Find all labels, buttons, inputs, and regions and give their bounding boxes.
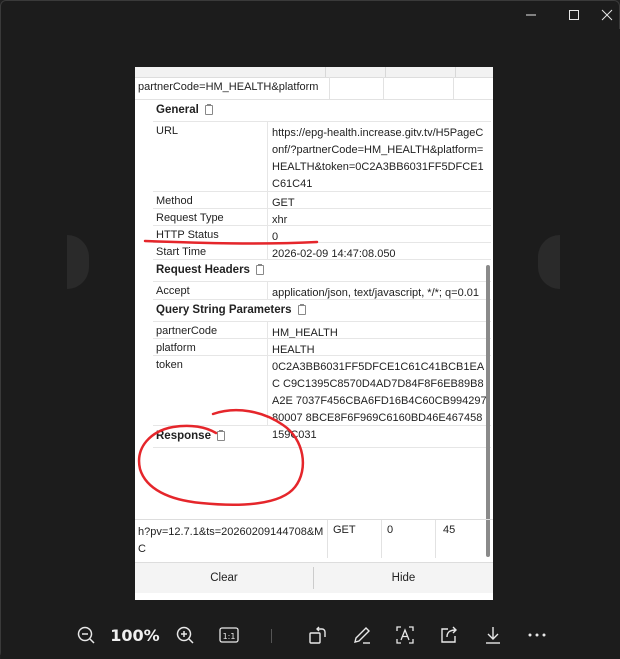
request-detail-panel: General URL https://epg-health.increase.…	[153, 99, 491, 519]
clear-button[interactable]: Clear	[135, 563, 313, 593]
edit-icon	[354, 627, 370, 644]
partner-code-key: partnerCode	[156, 325, 218, 337]
zoom-out-icon	[77, 626, 95, 644]
share-icon	[441, 626, 457, 643]
rotate-button[interactable]	[306, 623, 330, 647]
token-key: token	[156, 359, 183, 371]
platform-key: platform	[156, 342, 196, 354]
method-row: Method GET	[153, 191, 491, 209]
request-type-row: Request Type xhr	[153, 208, 491, 226]
svg-text:1:1: 1:1	[223, 632, 236, 641]
next-image-button[interactable]	[538, 235, 560, 289]
general-title-text: General	[156, 104, 199, 116]
request-time: 45	[443, 524, 456, 536]
accept-row: Accept application/json, text/javascript…	[153, 281, 491, 300]
image-viewport[interactable]: partnerCode=HM_HEALTH&platform General U…	[1, 29, 620, 611]
viewer-toolbar: 100% 1:1	[1, 611, 620, 659]
maximize-icon	[569, 10, 579, 20]
hide-button[interactable]: Hide	[314, 563, 493, 593]
text-select-button[interactable]	[393, 623, 417, 647]
network-request-row[interactable]: h?pv=12.7.1&ts=20260209144708&MC GET 0 4…	[135, 519, 493, 558]
url-key: URL	[156, 125, 179, 137]
request-type-key: Request Type	[156, 212, 224, 224]
zoom-out-button[interactable]	[74, 623, 98, 647]
zoom-in-icon	[176, 626, 194, 644]
request-status: 0	[387, 524, 394, 536]
clipboard-icon	[204, 104, 213, 115]
url-value: https://epg-health.increase.gitv.tv/H5Pa…	[272, 127, 484, 190]
download-icon	[486, 627, 500, 644]
start-time-row: Start Time 2026-02-09 14:47:08.050	[153, 242, 491, 260]
request-headers-title-text: Request Headers	[156, 264, 250, 276]
clipboard-icon	[216, 430, 225, 441]
photo-viewer-window: partnerCode=HM_HEALTH&platform General U…	[0, 0, 620, 659]
text-select-icon	[396, 626, 414, 644]
request-method: GET	[333, 524, 356, 536]
actual-size-icon: 1:1	[219, 627, 239, 643]
download-button[interactable]	[481, 623, 505, 647]
request-headers-title: Request Headers	[156, 264, 264, 276]
response-title-text: Response	[156, 430, 211, 442]
clipboard-icon	[297, 304, 306, 315]
response-title: Response	[156, 430, 225, 442]
more-icon	[528, 633, 546, 637]
network-row-selected: partnerCode=HM_HEALTH&platform	[135, 77, 493, 100]
partner-code-row: partnerCode HM_HEALTH	[153, 321, 491, 339]
clipboard-icon	[255, 264, 264, 275]
toolbar-separator	[271, 629, 272, 643]
method-key: Method	[156, 195, 193, 207]
token-row: token 0C2A3BB6031FF5DFCE1C61C41BCB1EAC C…	[153, 355, 491, 441]
response-body	[153, 447, 491, 480]
zoom-in-button[interactable]	[173, 623, 197, 647]
close-button[interactable]	[587, 3, 620, 27]
detail-scrollbar[interactable]	[486, 265, 490, 557]
share-button[interactable]	[437, 623, 461, 647]
http-status-row: HTTP Status 0	[153, 225, 491, 243]
request-url-fragment: partnerCode=HM_HEALTH&platform	[138, 81, 319, 93]
previous-image-button[interactable]	[67, 235, 89, 289]
minimize-button[interactable]	[511, 3, 551, 27]
http-status-key: HTTP Status	[156, 229, 219, 241]
edit-button[interactable]	[350, 623, 374, 647]
screenshot-image: partnerCode=HM_HEALTH&platform General U…	[135, 67, 493, 600]
general-section-title: General	[156, 104, 213, 116]
platform-row: platform HEALTH	[153, 338, 491, 356]
devtool-button-bar: Clear Hide	[135, 562, 493, 593]
url-row: URL https://epg-health.increase.gitv.tv/…	[153, 121, 491, 192]
more-button[interactable]	[525, 623, 549, 647]
rotate-icon	[309, 626, 326, 644]
close-icon	[601, 9, 613, 21]
zoom-level[interactable]: 100%	[109, 623, 161, 647]
accept-key: Accept	[156, 285, 190, 297]
request-name: h?pv=12.7.1&ts=20260209144708&MC	[138, 526, 324, 555]
start-time-key: Start Time	[156, 246, 207, 258]
minimize-icon	[526, 14, 536, 16]
query-params-title: Query String Parameters	[156, 304, 306, 316]
query-params-title-text: Query String Parameters	[156, 304, 292, 316]
title-bar	[1, 1, 619, 29]
actual-size-button[interactable]: 1:1	[217, 623, 241, 647]
